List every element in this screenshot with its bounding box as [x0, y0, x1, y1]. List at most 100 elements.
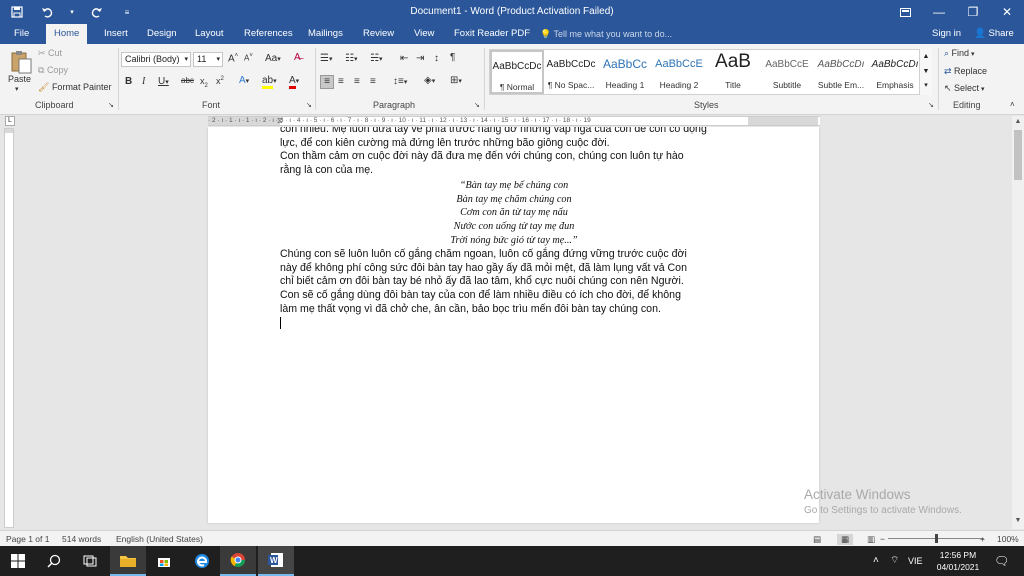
chevron-down-icon[interactable]: ▼: [920, 64, 932, 79]
print-layout-icon[interactable]: ▦: [837, 534, 854, 545]
highlight-icon[interactable]: ab▾: [262, 75, 277, 89]
tab-insert[interactable]: Insert: [96, 24, 136, 44]
grow-font-icon[interactable]: A˄: [228, 53, 238, 64]
paragraph-launcher-icon[interactable]: ↘: [474, 101, 480, 109]
format-painter-button[interactable]: 🖌 Format Painter: [38, 82, 111, 93]
indent-marker-icon[interactable]: ⧖: [277, 116, 283, 126]
zoom-level[interactable]: 100%: [997, 534, 1019, 544]
system-clock[interactable]: 12:56 PM 04/01/2021: [928, 549, 988, 573]
style-heading-1[interactable]: AaBbCc Heading 1: [598, 50, 652, 94]
decrease-indent-icon[interactable]: ⇤: [400, 53, 408, 64]
horizontal-ruler[interactable]: · 2 · ı · 1 · ı · 1 · ı · 2 · ı · 3 · ı …: [208, 116, 820, 126]
font-color-icon[interactable]: A▾: [289, 75, 299, 89]
italic-icon[interactable]: I: [142, 76, 145, 87]
font-size-combo[interactable]: 11 ▾: [193, 52, 223, 67]
zoom-slider-knob[interactable]: [935, 534, 938, 543]
tab-view[interactable]: View: [406, 24, 442, 44]
clear-formatting-icon[interactable]: A̶: [294, 52, 301, 63]
align-left-icon[interactable]: ≡: [320, 75, 334, 89]
strikethrough-icon[interactable]: abc: [181, 76, 194, 85]
text-effects-icon[interactable]: A▾: [239, 75, 249, 86]
tab-design[interactable]: Design: [139, 24, 185, 44]
align-center-icon[interactable]: ≡: [338, 76, 344, 87]
replace-button[interactable]: ⇄ Replace: [944, 66, 987, 77]
style-title[interactable]: AaB Title: [706, 50, 760, 94]
find-button[interactable]: ⌕ Find ▾: [944, 48, 975, 59]
shrink-font-icon[interactable]: A˅: [244, 53, 253, 63]
font-launcher-icon[interactable]: ↘: [306, 101, 312, 109]
gallery-more-icon[interactable]: ▾: [920, 79, 932, 93]
share-button[interactable]: 👤 Share: [974, 24, 1014, 44]
chevron-up-icon[interactable]: ▲: [920, 49, 932, 64]
search-icon[interactable]: [36, 546, 72, 576]
font-family-combo[interactable]: Calibri (Body) ▾: [121, 52, 191, 67]
multilevel-list-icon[interactable]: ☵▾: [370, 53, 382, 64]
tab-foxit-reader-pdf[interactable]: Foxit Reader PDF: [446, 24, 538, 44]
bold-icon[interactable]: B: [125, 76, 132, 87]
zoom-in-icon[interactable]: +: [980, 534, 985, 544]
show-formatting-icon[interactable]: ¶: [450, 52, 455, 63]
ribbon-display-options-icon[interactable]: [888, 0, 922, 24]
input-language[interactable]: VIE: [908, 546, 923, 576]
windows-start-icon[interactable]: [0, 546, 36, 576]
tab-layout[interactable]: Layout: [187, 24, 232, 44]
underline-icon[interactable]: U▾: [158, 76, 169, 87]
notifications-icon[interactable]: 🗨: [994, 546, 1009, 576]
zoom-out-icon[interactable]: −: [880, 534, 885, 544]
sign-in-link[interactable]: Sign in: [932, 24, 961, 44]
tell-me-box[interactable]: 💡 Tell me what you want to do...: [540, 24, 672, 44]
chrome-browser-icon[interactable]: [220, 546, 256, 576]
borders-icon[interactable]: ⊞▾: [450, 75, 462, 86]
close-icon[interactable]: ✕: [990, 0, 1024, 24]
style-heading-2[interactable]: AaBbCcE Heading 2: [652, 50, 706, 94]
web-layout-icon[interactable]: ▥: [867, 534, 875, 545]
paste-dropdown-icon[interactable]: ▾: [15, 85, 19, 93]
body-paragraphs-bottom[interactable]: Chúng con sẽ luôn luôn cố gắng chăm ngoa…: [280, 248, 748, 317]
tray-chevron-up-icon[interactable]: ˄: [873, 546, 879, 576]
clipboard-launcher-icon[interactable]: ↘: [108, 101, 114, 109]
superscript-icon[interactable]: x2: [216, 76, 224, 86]
word-app-icon[interactable]: W: [258, 546, 294, 576]
cut-button[interactable]: ✂ Cut: [38, 48, 62, 59]
change-case-icon[interactable]: Aa▾: [265, 53, 281, 64]
edge-browser-icon[interactable]: [184, 546, 220, 576]
body-paragraphs-top[interactable]: con nhiều. Mẹ luôn đưa tay về phía trước…: [280, 127, 748, 178]
file-explorer-icon[interactable]: [110, 546, 146, 576]
style-subtitle[interactable]: AaBbCcE Subtitle: [760, 50, 814, 94]
paste-button[interactable]: [10, 50, 32, 76]
copy-button[interactable]: ⧉ Copy: [38, 65, 68, 76]
read-mode-icon[interactable]: ▤: [813, 534, 821, 545]
scroll-up-icon[interactable]: ▲: [1012, 116, 1024, 128]
style-no-spacing[interactable]: AaBbCcDc ¶ No Spac...: [544, 50, 598, 94]
tab-references[interactable]: References: [236, 24, 301, 44]
store-icon[interactable]: [146, 546, 182, 576]
paste-label[interactable]: Paste: [8, 74, 31, 84]
tab-home[interactable]: Home: [46, 24, 88, 44]
page-count[interactable]: Page 1 of 1: [6, 534, 49, 544]
styles-launcher-icon[interactable]: ↘: [928, 101, 934, 109]
style-normal[interactable]: AaBbCcDc ¶ Normal: [490, 50, 544, 94]
tab-mailings[interactable]: Mailings: [300, 24, 351, 44]
style-subtle-emphasis[interactable]: AaBbCcDı Subtle Em...: [814, 50, 868, 94]
increase-indent-icon[interactable]: ⇥: [416, 53, 424, 64]
vertical-scrollbar[interactable]: ▲ ▼: [1012, 116, 1024, 529]
scroll-thumb[interactable]: [1014, 130, 1022, 180]
style-emphasis[interactable]: AaBbCcDı Emphasis: [868, 50, 922, 94]
subscript-icon[interactable]: x2: [200, 76, 208, 89]
styles-gallery-scroll[interactable]: ▲ ▼ ▾: [919, 49, 932, 95]
document-page[interactable]: con nhiều. Mẹ luôn đưa tay về phía trước…: [208, 127, 819, 523]
tab-review[interactable]: Review: [355, 24, 402, 44]
restore-icon[interactable]: ❐: [956, 0, 990, 24]
word-count[interactable]: 514 words: [62, 534, 101, 544]
language-status[interactable]: English (United States): [116, 534, 203, 544]
sort-icon[interactable]: ↕: [434, 53, 439, 64]
network-icon[interactable]: ⌔: [890, 546, 899, 576]
justify-icon[interactable]: ≡: [370, 76, 376, 87]
task-view-icon[interactable]: [72, 546, 108, 576]
minimize-icon[interactable]: —: [922, 0, 956, 24]
shading-icon[interactable]: ◈▾: [424, 75, 435, 86]
select-button[interactable]: ↖ Select ▾: [944, 83, 985, 94]
align-right-icon[interactable]: ≡: [354, 76, 360, 87]
collapse-ribbon-icon[interactable]: ˄: [1010, 100, 1015, 109]
tab-file[interactable]: File: [6, 24, 37, 44]
